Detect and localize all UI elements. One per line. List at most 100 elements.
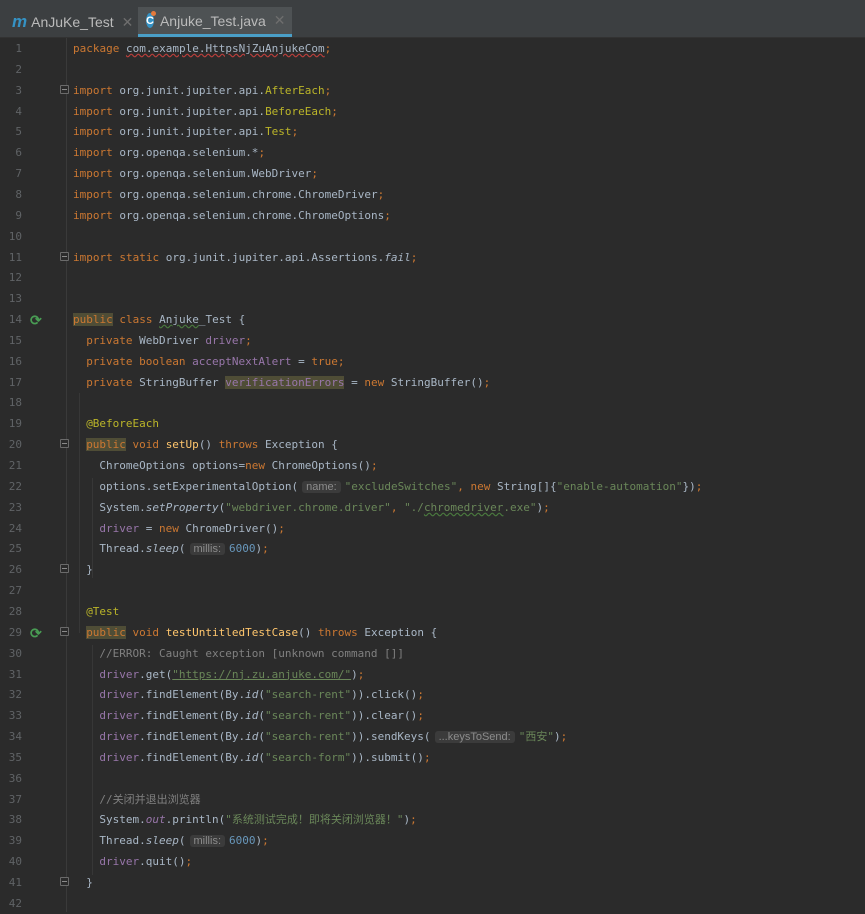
code-token: "enable-automation" [556, 479, 683, 493]
code-line[interactable]: 13 [0, 288, 865, 309]
code-token: void [125, 625, 166, 639]
code-line[interactable]: 37 //关闭并退出浏览器 [0, 789, 865, 810]
code-line[interactable]: 27 [0, 580, 865, 601]
code-line[interactable]: 24 driver = new ChromeDriver(); [0, 518, 865, 539]
fold-marker-icon[interactable] [60, 626, 69, 636]
code-token: "./ [404, 500, 424, 514]
code-token: ChromeOptions() [271, 459, 371, 472]
close-tab-icon[interactable]: ✕ [122, 14, 134, 31]
code-token: driver [99, 750, 140, 764]
code-token: ; [258, 146, 266, 160]
code-token: driver [99, 730, 140, 744]
code-line[interactable]: 31 driver.get("https://nj.zu.anjuke.com/"… [0, 664, 865, 685]
code-line[interactable]: 25 Thread.sleep(millis: 6000); [0, 538, 865, 559]
code-line[interactable]: 20 public void setUp() throws Exception { [0, 434, 865, 455]
code-line[interactable]: 28 @Test [0, 601, 865, 622]
code-text: @Test [86, 601, 119, 622]
code-token: ( [258, 688, 265, 702]
line-number: 9 [15, 208, 22, 222]
code-line[interactable]: 41} [0, 872, 865, 893]
code-token: )).submit() [351, 750, 424, 764]
tab-label: AnJuKe_Test [31, 14, 114, 30]
fold-marker-icon[interactable] [60, 564, 69, 574]
code-text: ChromeOptions options=new ChromeOptions(… [99, 455, 377, 476]
code-text: import org.openqa.selenium.WebDriver; [73, 163, 318, 184]
fold-marker-icon[interactable] [60, 84, 69, 94]
code-line[interactable]: 30 //ERROR: Caught exception [unknown com… [0, 643, 865, 664]
code-token: ) [553, 730, 561, 744]
code-line[interactable]: 14 ⟳ public class Anjuke_Test { [0, 309, 865, 330]
tab-anjuke-test-module[interactable]: m AnJuKe_Test ✕ [4, 7, 138, 37]
code-text: Thread.sleep(millis: 6000); [99, 538, 269, 560]
code-line[interactable]: 35 driver.findElement(By.id("search-form"… [0, 747, 865, 768]
code-token: }) [682, 479, 696, 493]
code-token: } [86, 563, 93, 577]
code-editor[interactable]: 1 package com.example.HttpsNjZuAnjukeCom;… [0, 38, 865, 912]
code-line[interactable]: 39 Thread.sleep(millis: 6000); [0, 830, 865, 851]
code-token: "search-form" [264, 750, 352, 764]
code-line[interactable]: 40 driver.quit(); [0, 851, 865, 872]
code-token: .findElement(By. [139, 688, 246, 702]
code-line[interactable]: 18 [0, 392, 865, 413]
line-number: 6 [15, 146, 22, 160]
code-line[interactable]: 36 [0, 768, 865, 789]
line-number: 4 [15, 104, 22, 118]
code-token: ; [357, 667, 365, 681]
code-line[interactable]: 4 import org.junit.jupiter.api.BeforeEach… [0, 101, 865, 122]
code-line[interactable]: 29 ⟳ public void testUntitledTestCase() th… [0, 622, 865, 643]
line-number: 22 [8, 479, 22, 493]
close-tab-icon[interactable]: ✕ [274, 12, 286, 29]
code-token: setProperty [145, 500, 219, 514]
code-line[interactable]: 42 [0, 893, 865, 914]
fold-marker-icon[interactable] [60, 251, 69, 261]
code-line[interactable]: 33 driver.findElement(By.id("search-rent"… [0, 705, 865, 726]
code-line[interactable]: 32 driver.findElement(By.id("search-rent"… [0, 684, 865, 705]
code-token: Anjuke [159, 313, 199, 327]
code-line[interactable]: 19 @BeforeEach [0, 413, 865, 434]
code-token: "search-rent" [264, 688, 352, 702]
code-token: //ERROR: Caught exception [unknown comma… [99, 646, 405, 660]
code-token: Thread. [99, 542, 146, 556]
code-line[interactable]: 17 private StringBuffer verificationError… [0, 372, 865, 393]
code-line[interactable]: 38 System.out.println("系统测试完成！即将关闭浏览器！"); [0, 809, 865, 830]
maven-module-icon: m [12, 12, 28, 31]
code-token: private [86, 375, 140, 389]
code-line[interactable]: 23 System.setProperty("webdriver.chrome.d… [0, 497, 865, 518]
line-number: 16 [8, 354, 22, 368]
run-test-icon[interactable]: ⟳ [30, 311, 42, 332]
code-line[interactable]: 12 [0, 267, 865, 288]
code-token: () [198, 438, 219, 452]
code-line[interactable]: 3 import org.junit.jupiter.api.AfterEach; [0, 80, 865, 101]
code-line[interactable]: 16 private boolean acceptNextAlert = true… [0, 351, 865, 372]
code-line[interactable]: 11 import static org.junit.jupiter.api.As… [0, 247, 865, 268]
run-test-icon[interactable]: ⟳ [30, 624, 42, 645]
code-text: import org.junit.jupiter.api.AfterEach; [73, 80, 331, 101]
code-line[interactable]: 26} [0, 559, 865, 580]
fold-marker-icon[interactable] [60, 439, 69, 449]
tab-anjuke-test-java[interactable]: C Anjuke_Test.java ✕ [138, 7, 292, 37]
java-class-icon: C [146, 11, 156, 28]
line-number: 13 [8, 292, 22, 306]
code-line[interactable]: 15 private WebDriver driver; [0, 330, 865, 351]
code-line[interactable]: 2 [0, 59, 865, 80]
code-token: org.junit.jupiter.api.Assertions. [165, 250, 385, 264]
code-line[interactable]: 1 package com.example.HttpsNjZuAnjukeCom; [0, 38, 865, 59]
code-line[interactable]: 5 import org.junit.jupiter.api.Test; [0, 121, 865, 142]
code-line[interactable]: 8 import org.openqa.selenium.chrome.Chrom… [0, 184, 865, 205]
code-text: import org.openqa.selenium.*; [73, 142, 265, 163]
fold-marker-icon[interactable] [60, 877, 69, 886]
code-line[interactable]: 34 driver.findElement(By.id("search-rent"… [0, 726, 865, 747]
code-line[interactable]: 7 import org.openqa.selenium.WebDriver; [0, 163, 865, 184]
code-line[interactable]: 21 ChromeOptions options=new ChromeOption… [0, 455, 865, 476]
code-token: ; [410, 250, 418, 264]
code-token: "webdriver.chrome.driver" [225, 500, 391, 514]
code-line[interactable]: 9 import org.openqa.selenium.chrome.Chrom… [0, 205, 865, 226]
code-line[interactable]: 10 [0, 226, 865, 247]
code-token: ChromeOptions options= [99, 459, 246, 472]
code-line[interactable]: 22 options.setExperimentalOption(name: "ex… [0, 476, 865, 497]
code-token: id [245, 750, 259, 764]
code-line[interactable]: 6 import org.openqa.selenium.*; [0, 142, 865, 163]
code-token: package [73, 42, 126, 55]
line-number: 17 [8, 375, 22, 389]
code-token: .quit() [139, 855, 186, 869]
